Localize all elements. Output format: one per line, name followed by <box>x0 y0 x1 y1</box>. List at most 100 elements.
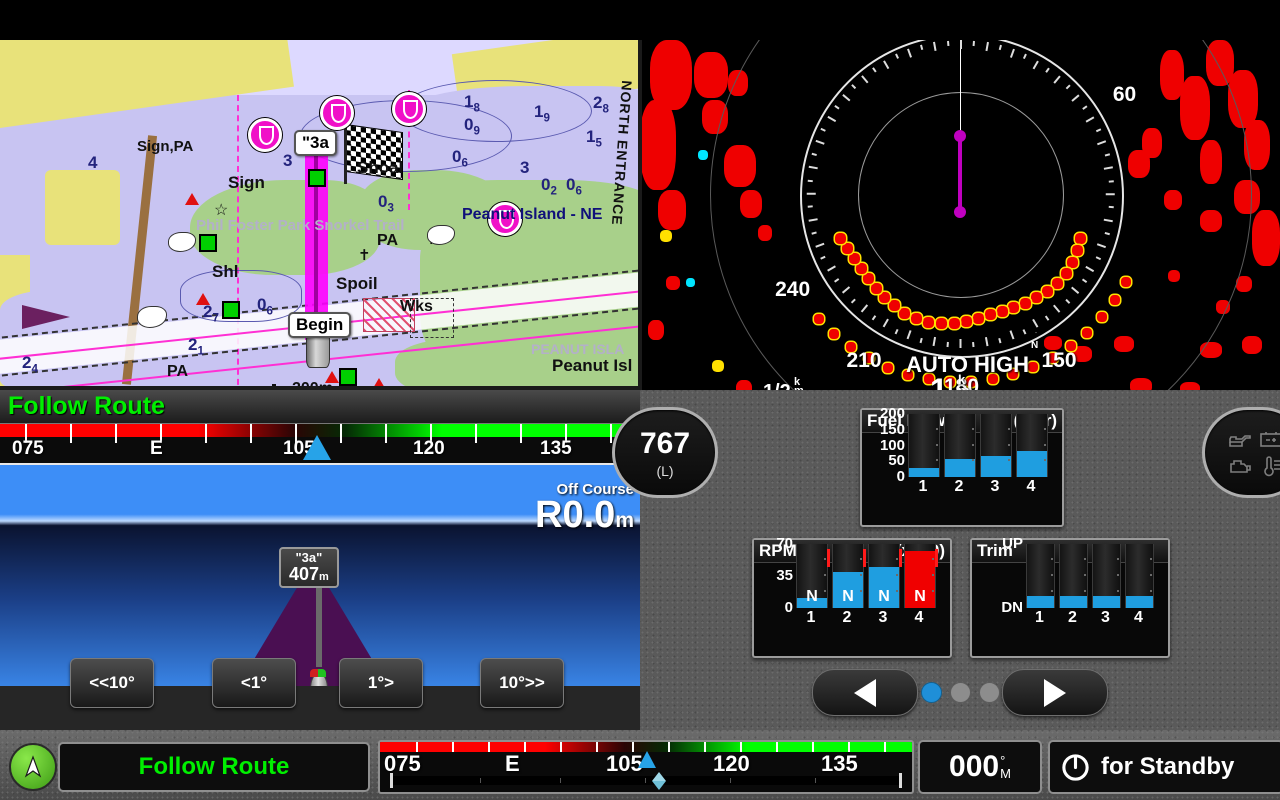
engine-number-label: 2 <box>944 478 974 496</box>
engine-number-label: 2 <box>832 609 862 627</box>
gauge-bar-slot <box>1059 544 1088 608</box>
flag-pole <box>344 128 347 184</box>
depth-sounding: 02 <box>541 175 557 197</box>
standby-button[interactable]: for Standby <box>1048 740 1280 794</box>
engine-gauge-panel[interactable]: 767 (L) Fuel Flow (L/hr) 050100150200123… <box>640 390 1280 730</box>
highway-title: Follow Route <box>8 392 165 421</box>
rpm-gauge[interactable]: RPM (x100) 03570N1N2N3N4 <box>752 538 952 658</box>
radar-range-unit: km <box>958 374 970 390</box>
heading-readout[interactable]: 000 ° M <box>918 740 1042 794</box>
fuel-flow-gauge[interactable]: Fuel Flow (L/hr) 0501001502001234 <box>860 408 1064 527</box>
steer-starboard-10-button[interactable]: 10°>> <box>480 658 564 708</box>
radar-tick <box>807 180 812 182</box>
chart-marker[interactable] <box>248 118 282 152</box>
radar-bearing-210: 210 <box>847 349 882 373</box>
bottom-compass-bar[interactable]: 075 E 105 120 135 <box>378 740 914 794</box>
page-dot[interactable] <box>950 682 971 703</box>
radar-vrm-dot-top[interactable] <box>954 130 966 142</box>
previous-page-button[interactable] <box>812 669 918 716</box>
engine-warning-indicators[interactable] <box>1202 407 1280 498</box>
radar-target <box>871 283 882 294</box>
radar-target <box>985 309 996 320</box>
power-icon <box>1060 752 1091 783</box>
radar-vrm-line[interactable] <box>958 136 962 212</box>
fuel-remaining-gauge[interactable]: 767 (L) <box>612 407 718 498</box>
red-buoy[interactable] <box>185 193 199 205</box>
oil-can-icon <box>1227 428 1253 450</box>
waypoint-callout-3a[interactable]: "3a <box>294 130 337 156</box>
waypoint-callout-begin[interactable]: Begin <box>288 312 351 338</box>
steer-port-1-button[interactable]: <1° <box>212 658 296 708</box>
depth-sounding: 15 <box>586 127 602 149</box>
off-course-unit: m <box>615 509 634 532</box>
gauge-bar-slot <box>1016 414 1048 477</box>
fuel-flow-plot: 0501001502001234 <box>908 414 1052 497</box>
radar-target <box>961 316 972 327</box>
chart-text-label: Sign,PA <box>137 138 193 155</box>
radar-target <box>1110 295 1120 305</box>
radar-target <box>997 306 1008 317</box>
gauge-bar-slot: N <box>868 544 900 608</box>
highway-3d-view[interactable]: "3a" 407m Off Course R0.0m <box>0 465 640 689</box>
compass-slider-track[interactable] <box>390 776 902 785</box>
gauge-bar-slot: N <box>904 544 936 608</box>
page-dot[interactable] <box>921 682 942 703</box>
waypoint-distance: 407 <box>289 564 319 584</box>
radar-range-value[interactable]: 1 <box>930 372 948 390</box>
gauge-bar-fill <box>945 459 975 477</box>
green-buoy[interactable] <box>339 368 357 386</box>
radar-target <box>1028 362 1038 372</box>
chart-wedge <box>22 305 70 329</box>
redline-marker <box>827 549 830 567</box>
gauge-bar-slot: N <box>832 544 864 608</box>
radar-target <box>899 308 910 319</box>
bottom-compass-label-120: 120 <box>713 751 750 777</box>
axis-tick-label: 35 <box>776 567 796 584</box>
next-page-button[interactable] <box>1002 669 1108 716</box>
gear-indicator: N <box>797 588 827 606</box>
slider-end-mark <box>899 773 902 788</box>
highway-panel[interactable]: Follow Route 075 E 105 120 <box>0 390 640 730</box>
radar-target <box>1082 328 1092 338</box>
chart-text-label: Phil Foster Park Snorkel Trail <box>196 217 404 234</box>
gauge-bar-slot <box>1125 544 1154 608</box>
chart-marker[interactable] <box>320 96 354 130</box>
radar-panel[interactable]: 03060150180210240330 N AUTO HIGH 1/2 km … <box>640 40 1280 390</box>
chart-text-label: Wks <box>400 298 433 316</box>
waypoint-sign[interactable]: "3a" 407m <box>279 547 339 588</box>
axis-tick-label: DN <box>1001 599 1026 616</box>
page-dot[interactable] <box>979 682 1000 703</box>
compass-label-075: 075 <box>12 438 44 460</box>
nav-status-button[interactable]: Follow Route <box>58 742 370 792</box>
chart-marker[interactable] <box>392 92 426 126</box>
engine-number-label: 4 <box>904 609 934 627</box>
green-buoy[interactable] <box>308 169 326 187</box>
engine-number-label: 3 <box>868 609 898 627</box>
bottom-status-bar: Follow Route 075 E 105 120 135 <box>0 730 1280 800</box>
green-buoy[interactable] <box>222 301 240 319</box>
chart-panel[interactable]: ☆ ✝ ✝ N Sign,PASignShoalShlSpoilWksPAPAO… <box>0 40 640 390</box>
nav-status-label: Follow Route <box>139 753 290 781</box>
fuel-remaining-unit: (L) <box>656 463 673 479</box>
radar-target <box>1067 257 1078 268</box>
waypoint-distance-unit: m <box>319 571 329 583</box>
axis-tick-label: 70 <box>776 535 796 552</box>
radar-target <box>883 363 893 373</box>
gauge-bar-fill <box>1027 596 1054 608</box>
gauge-bar-slot: N <box>796 544 828 608</box>
compass-label-135: 135 <box>540 438 572 460</box>
radar-target <box>835 233 846 244</box>
trim-gauge[interactable]: Trim DNUP1234 <box>970 538 1170 658</box>
steer-port-10-button[interactable]: <<10° <box>70 658 154 708</box>
depth-sounding: 06 <box>566 175 582 197</box>
top-strip <box>0 0 1280 40</box>
radar-target <box>923 317 934 328</box>
chart-text-label: PEANUT ISLA <box>531 341 624 357</box>
highway-compass-bar[interactable]: 075 E 105 120 135 <box>0 423 640 465</box>
navigation-arrow-icon[interactable] <box>9 743 57 791</box>
radar-vrm-dot-bottom[interactable] <box>954 206 966 218</box>
steer-starboard-1-button[interactable]: 1°> <box>339 658 423 708</box>
engine-number-label: 4 <box>1125 609 1152 627</box>
green-buoy[interactable] <box>199 234 217 252</box>
compass-label-e: E <box>150 438 163 460</box>
